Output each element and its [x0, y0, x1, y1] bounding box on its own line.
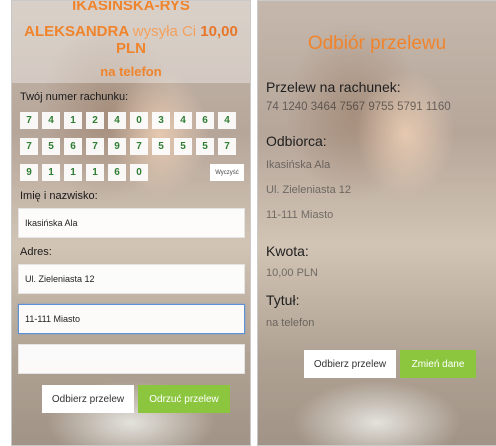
digit[interactable]: 5 [152, 138, 170, 155]
title-value: na telefon [266, 317, 315, 329]
transfer-summary-screen: Odbiór przelewu Przelew na rachunek: 74 … [257, 0, 496, 446]
amount-label: Kwota: [266, 243, 309, 259]
digit-row-2: 7 5 6 7 9 7 5 5 5 7 [20, 138, 236, 155]
digit[interactable]: 7 [86, 138, 104, 155]
name-label: Imię i nazwisko: [20, 190, 98, 202]
digit[interactable]: 7 [218, 138, 236, 155]
recipient-name: Ikasińska Ala [266, 159, 331, 171]
digit[interactable]: 0 [130, 164, 148, 181]
digit[interactable]: 7 [130, 138, 148, 155]
currency-text: PLN [116, 40, 146, 57]
digit[interactable]: 9 [20, 164, 38, 181]
digit[interactable]: 7 [20, 112, 38, 129]
clear-button[interactable]: Wyczyść [210, 164, 244, 181]
digit[interactable]: 1 [64, 112, 82, 129]
digit[interactable]: 6 [64, 138, 82, 155]
recipient-label: Odbiorca: [266, 133, 327, 149]
account-label: Twój numer rachunku: [20, 91, 129, 103]
digit[interactable]: 7 [20, 138, 38, 155]
digit-row-3: 9 1 1 1 6 0 [20, 164, 148, 181]
digit[interactable]: 0 [130, 112, 148, 129]
address-line1-field[interactable]: Ul. Zieleniasta 12 [18, 264, 245, 294]
sender-firstname: ALEKSANDRA [24, 23, 129, 40]
reject-transfer-button[interactable]: Odrzuć przelew [138, 385, 230, 413]
digit[interactable]: 6 [108, 164, 126, 181]
digit[interactable]: 2 [86, 112, 104, 129]
amount-value: 10,00 PLN [266, 267, 318, 279]
page-title: Odbiór przelewu [307, 33, 447, 54]
recipient-city: 11-111 Miasto [266, 209, 334, 221]
transfer-title: na telefon [100, 64, 162, 79]
transfer-form-screen: IKASIŃSKA-RYŚ ALEKSANDRA wysyła Ci 10,00… [11, 0, 251, 446]
digit[interactable]: 1 [64, 164, 82, 181]
sender-surname: IKASIŃSKA-RYŚ [72, 0, 190, 14]
digit[interactable]: 5 [174, 138, 192, 155]
digit[interactable]: 5 [196, 138, 214, 155]
digit[interactable]: 4 [218, 112, 236, 129]
digit-row-1: 7 4 1 2 4 0 3 4 6 4 [20, 112, 236, 129]
accept-transfer-button[interactable]: Odbierz przelew [42, 385, 134, 413]
digit[interactable]: 9 [108, 138, 126, 155]
change-data-button[interactable]: Zmień dane [400, 350, 476, 378]
digit[interactable]: 6 [196, 112, 214, 129]
digit[interactable]: 4 [108, 112, 126, 129]
recipient-street: Ul. Zieleniasta 12 [266, 184, 351, 196]
digit[interactable]: 1 [42, 164, 60, 181]
account-label: Przelew na rachunek: [266, 79, 401, 95]
amount-text: 10,00 [200, 23, 238, 40]
sender-summary: ALEKSANDRA wysyła Ci 10,00 [12, 23, 250, 40]
sends-text: wysyła Ci [132, 23, 197, 40]
account-number: 74 1240 3464 7567 9755 5791 1160 [266, 101, 451, 113]
digit[interactable]: 1 [86, 164, 104, 181]
digit[interactable]: 5 [42, 138, 60, 155]
address-line3-field[interactable] [18, 344, 245, 374]
digit[interactable]: 4 [174, 112, 192, 129]
address-label: Adres: [20, 246, 52, 258]
name-field[interactable]: Ikasińska Ala [18, 208, 245, 238]
title-label: Tytuł: [266, 292, 300, 308]
address-line2-field[interactable]: 11-111 Miasto [18, 304, 245, 334]
accept-transfer-button[interactable]: Odbierz przelew [304, 350, 396, 378]
digit[interactable]: 4 [42, 112, 60, 129]
digit[interactable]: 3 [152, 112, 170, 129]
